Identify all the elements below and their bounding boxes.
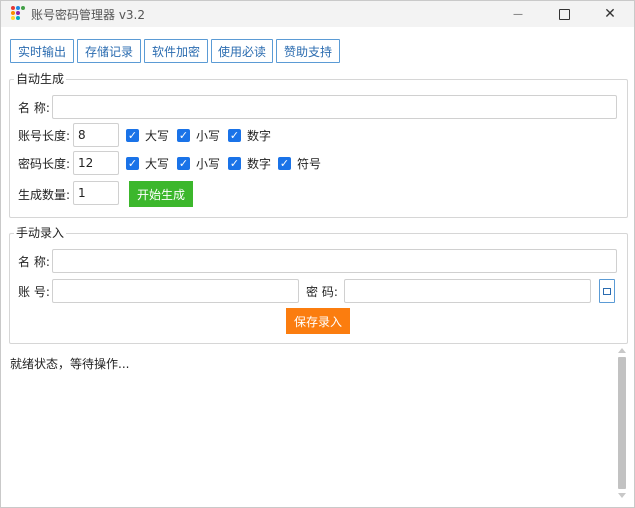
- check-icon: ✓: [229, 157, 240, 170]
- status-text: 就绪状态，等待操作...: [10, 357, 130, 371]
- password-length-label: 密码长度:: [18, 157, 71, 171]
- account-length-input[interactable]: 8: [73, 123, 119, 147]
- manual-account-label: 账 号:: [18, 285, 50, 299]
- app-logo-icon: [11, 6, 25, 20]
- paste-button[interactable]: [599, 279, 615, 303]
- account-digits-checkbox[interactable]: ✓: [228, 129, 241, 142]
- password-symbols-checkbox[interactable]: ✓: [278, 157, 291, 170]
- auto-name-input[interactable]: [52, 95, 617, 119]
- app-window: 账号密码管理器 v3.2 — ✕ 实时输出 存储记录 软件加密 使用必读 赞助支…: [0, 0, 635, 508]
- check-icon: ✓: [279, 157, 290, 170]
- sponsor-button[interactable]: 赞助支持: [276, 39, 340, 63]
- password-uppercase-checkbox[interactable]: ✓: [126, 157, 139, 170]
- account-length-label: 账号长度:: [18, 129, 71, 143]
- storage-records-button[interactable]: 存储记录: [77, 39, 141, 63]
- scroll-down-arrow-icon[interactable]: [618, 493, 626, 498]
- check-icon: ✓: [178, 129, 189, 142]
- scroll-thumb[interactable]: [618, 357, 626, 489]
- manual-account-input[interactable]: [52, 279, 299, 303]
- check-icon: ✓: [178, 157, 189, 170]
- start-generate-button[interactable]: 开始生成: [129, 181, 193, 207]
- close-button[interactable]: ✕: [587, 1, 633, 27]
- manual-name-input[interactable]: [52, 249, 617, 273]
- realtime-output-button[interactable]: 实时输出: [10, 39, 74, 63]
- manual-entry-legend: 手动录入: [14, 226, 67, 240]
- software-encrypt-button[interactable]: 软件加密: [144, 39, 208, 63]
- check-icon: ✓: [229, 129, 240, 142]
- paste-icon: [603, 287, 611, 295]
- log-scrollbar[interactable]: [617, 347, 627, 499]
- password-symbols-label: 符号: [297, 157, 322, 171]
- check-icon: ✓: [127, 129, 138, 142]
- password-digits-checkbox[interactable]: ✓: [228, 157, 241, 170]
- password-digits-label: 数字: [247, 157, 272, 171]
- save-entry-button[interactable]: 保存录入: [286, 308, 350, 334]
- auto-generate-legend: 自动生成: [14, 72, 67, 86]
- maximize-icon: [558, 8, 570, 20]
- check-icon: ✓: [127, 157, 138, 170]
- maximize-button[interactable]: [541, 1, 587, 27]
- manual-name-label: 名 称:: [18, 255, 50, 269]
- generate-count-label: 生成数量:: [18, 188, 71, 202]
- must-read-button[interactable]: 使用必读: [211, 39, 273, 63]
- auto-name-label: 名 称:: [18, 101, 50, 115]
- manual-password-label: 密 码:: [306, 285, 338, 299]
- minimize-button[interactable]: —: [495, 1, 541, 27]
- password-length-input[interactable]: 12: [73, 151, 119, 175]
- account-lowercase-label: 小写: [196, 129, 221, 143]
- account-uppercase-label: 大写: [145, 129, 170, 143]
- close-icon: ✕: [604, 6, 616, 22]
- password-lowercase-checkbox[interactable]: ✓: [177, 157, 190, 170]
- minimize-icon: —: [513, 8, 523, 20]
- account-lowercase-checkbox[interactable]: ✓: [177, 129, 190, 142]
- generate-count-input[interactable]: 1: [73, 181, 119, 205]
- title-bar[interactable]: 账号密码管理器 v3.2 — ✕: [1, 1, 634, 27]
- scroll-up-arrow-icon[interactable]: [618, 348, 626, 353]
- manual-password-input[interactable]: [344, 279, 591, 303]
- log-output[interactable]: 就绪状态，等待操作...: [9, 349, 615, 499]
- password-lowercase-label: 小写: [196, 157, 221, 171]
- account-uppercase-checkbox[interactable]: ✓: [126, 129, 139, 142]
- password-uppercase-label: 大写: [145, 157, 170, 171]
- window-title: 账号密码管理器 v3.2: [31, 8, 146, 22]
- account-digits-label: 数字: [247, 129, 272, 143]
